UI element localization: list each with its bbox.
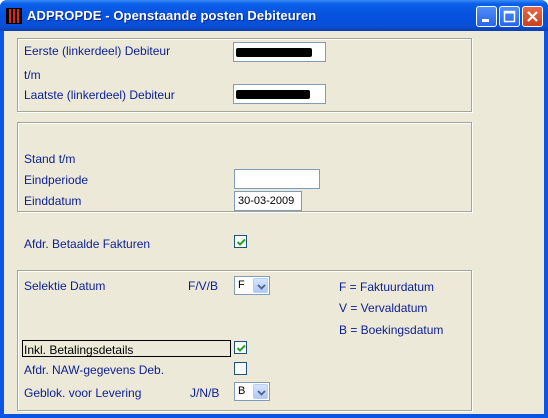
redacted-value xyxy=(236,48,312,57)
eindperiode-label: Eindperiode xyxy=(24,173,89,187)
naw-gegevens-label: Afdr. NAW-gegevens Deb. xyxy=(24,363,165,377)
app-icon[interactable] xyxy=(6,8,22,24)
geblok-levering-select[interactable]: B xyxy=(234,382,270,401)
laatste-debiteur-label: Laatste (linkerdeel) Debiteur xyxy=(24,88,175,102)
selektie-datum-select[interactable]: F xyxy=(234,276,270,295)
checkmark-icon xyxy=(236,344,246,352)
selected-value: B xyxy=(238,385,246,397)
title-bar[interactable]: ADPROPDE - Openstaande posten Debiteuren xyxy=(0,0,548,31)
application-window: ADPROPDE - Openstaande posten Debiteuren… xyxy=(0,0,548,418)
form-body: Eerste (linkerdeel) Debiteur t/m Laatste… xyxy=(4,31,544,414)
einddatum-label: Einddatum xyxy=(24,194,82,208)
minimize-button[interactable] xyxy=(476,6,497,27)
betaalde-fakturen-checkbox[interactable] xyxy=(234,235,247,248)
naw-gegevens-checkbox[interactable] xyxy=(234,362,247,375)
maximize-icon xyxy=(503,10,516,23)
selektie-datum-label: Selektie Datum xyxy=(24,279,106,293)
legend-faktuurdatum: F = Faktuurdatum xyxy=(339,280,435,294)
minimize-icon xyxy=(482,19,489,22)
legend-vervaldatum: V = Vervaldatum xyxy=(339,301,428,315)
close-button[interactable] xyxy=(522,6,543,27)
eindperiode-input[interactable] xyxy=(234,169,320,189)
selektie-options-label: F/V/B xyxy=(188,279,219,293)
einddatum-input[interactable]: 30-03-2009 xyxy=(234,191,302,211)
tm-label: t/m xyxy=(24,68,41,82)
laatste-debiteur-input[interactable] xyxy=(233,84,326,104)
legend-boekingsdatum: B = Boekingsdatum xyxy=(339,323,444,337)
dropdown-button[interactable] xyxy=(253,278,268,293)
dropdown-button[interactable] xyxy=(253,384,268,399)
chevron-down-icon xyxy=(257,284,266,290)
close-icon xyxy=(527,11,538,22)
eerste-debiteur-input[interactable] xyxy=(233,42,326,62)
geblok-levering-label: Geblok. voor Levering xyxy=(24,386,142,400)
chevron-down-icon xyxy=(257,390,266,396)
redacted-value xyxy=(236,90,310,99)
stand-tm-label: Stand t/m xyxy=(24,152,76,166)
selected-value: F xyxy=(238,279,245,291)
betaalde-fakturen-label: Afdr. Betaalde Fakturen xyxy=(24,237,151,251)
eerste-debiteur-label: Eerste (linkerdeel) Debiteur xyxy=(24,44,171,58)
window-title: ADPROPDE - Openstaande posten Debiteuren xyxy=(27,8,317,23)
checkmark-icon xyxy=(236,238,246,246)
maximize-button[interactable] xyxy=(499,6,520,27)
betalingsdetails-label: Inkl. Betalingsdetails xyxy=(24,343,134,357)
geblok-options-label: J/N/B xyxy=(190,386,220,400)
betalingsdetails-checkbox[interactable] xyxy=(234,341,247,354)
